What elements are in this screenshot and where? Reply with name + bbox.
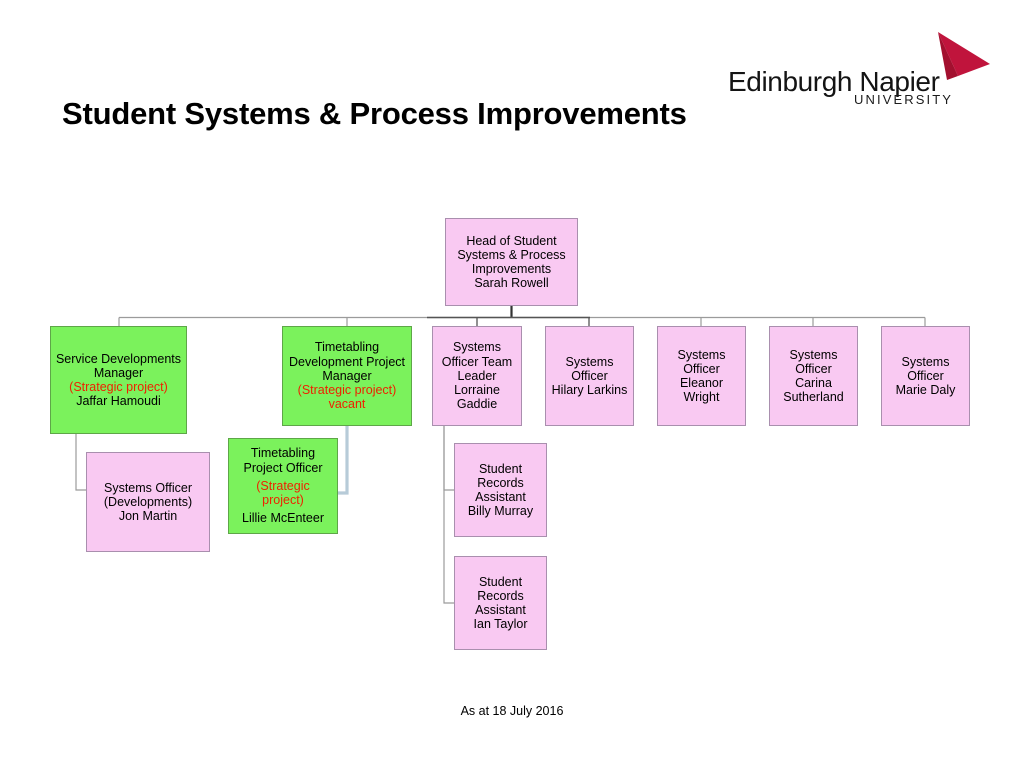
node-role-line: Timetabling: [314, 340, 380, 355]
node-role-line: Systems: [789, 347, 838, 362]
node-role-line: Manager: [322, 368, 372, 383]
node-role-line: Timetabling: [250, 446, 316, 461]
node-role-line: Assistant: [475, 490, 526, 504]
node-role-line: Systems: [677, 347, 726, 362]
connector-service-dev-to-jon-martin: [75, 434, 86, 491]
org-node-systems-officer-team-leader[interactable]: Systems Officer Team Leader Lorraine Gad…: [432, 326, 522, 426]
node-role-line: Student: [478, 574, 523, 589]
org-node-systems-officer-eleanor-wright[interactable]: Systems Officer Eleanor Wright: [657, 326, 746, 426]
connector-team-leader-to-ian: [443, 426, 454, 604]
node-role-line: Systems: [901, 354, 950, 369]
node-role-line: Assistant: [475, 603, 526, 617]
node-role-line: Records: [477, 588, 524, 603]
node-role-line: Officer: [907, 368, 944, 383]
node-person-name: Sarah Rowell: [474, 276, 549, 291]
node-role-line: Officer: [571, 368, 608, 383]
node-person-name: Jon Martin: [118, 509, 178, 524]
node-person-name: Jaffar Hamoudi: [76, 394, 161, 409]
node-person-name: Lillie McEnteer: [242, 511, 324, 526]
org-node-systems-officer-hilary-larkins[interactable]: Systems Officer Hilary Larkins: [545, 326, 634, 426]
node-vacant-flag: vacant: [328, 397, 366, 412]
node-strategic-flag-cont: project): [262, 493, 304, 508]
node-role-line: Service Developments: [55, 351, 182, 366]
node-person-name: Lorraine: [454, 383, 500, 398]
node-person-name: Carina: [795, 376, 832, 390]
org-node-systems-officer-developments[interactable]: Systems Officer (Developments) Jon Marti…: [86, 452, 210, 552]
org-chart: Head of Student Systems & Process Improv…: [0, 0, 1024, 768]
node-strategic-flag: (Strategic project): [69, 380, 168, 394]
node-role-line: Project Officer: [243, 460, 323, 475]
node-role-line: Systems Officer: [104, 480, 192, 495]
node-person-name-cont: Sutherland: [783, 390, 844, 405]
node-role-line: Head of Student: [466, 233, 557, 248]
org-node-student-records-assistant-billy-murray[interactable]: Student Records Assistant Billy Murray: [454, 443, 547, 537]
node-role-line: Improvements: [471, 262, 552, 276]
org-node-head[interactable]: Head of Student Systems & Process Improv…: [445, 218, 578, 306]
org-node-timetabling-development-project-manager[interactable]: Timetabling Development Project Manager …: [282, 326, 412, 426]
node-role-line: Officer: [683, 361, 720, 376]
node-role-line: Leader: [457, 368, 497, 383]
node-strategic-flag: (Strategic project): [297, 383, 397, 398]
node-person-name-cont: Wright: [683, 390, 720, 405]
node-person-name: Eleanor: [679, 376, 724, 390]
connector-team-leader-to-billy: [443, 426, 454, 491]
org-node-systems-officer-carina-sutherland[interactable]: Systems Officer Carina Sutherland: [769, 326, 858, 426]
node-person-name: Ian Taylor: [473, 617, 528, 632]
node-role-line: Systems & Process: [457, 247, 566, 262]
node-person-name: Marie Daly: [895, 383, 956, 398]
node-person-name: Billy Murray: [467, 504, 534, 519]
node-role-line: Officer: [795, 361, 832, 376]
connector-timetabling-to-project-officer: [338, 426, 349, 495]
node-person-name-cont: Gaddie: [456, 397, 498, 412]
node-role-line: (Developments): [103, 494, 193, 509]
node-role-line: Officer Team: [441, 354, 513, 369]
footer-date: As at 18 July 2016: [460, 704, 564, 718]
node-role-line: Systems: [453, 340, 501, 355]
node-role-line: Student: [478, 461, 523, 476]
node-person-name: Hilary Larkins: [551, 383, 628, 398]
org-node-student-records-assistant-ian-taylor[interactable]: Student Records Assistant Ian Taylor: [454, 556, 547, 650]
node-role-line: Systems: [565, 354, 614, 369]
org-node-service-developments-manager[interactable]: Service Developments Manager (Strategic …: [50, 326, 187, 434]
node-role-line: Records: [477, 475, 524, 490]
node-strategic-flag: (Strategic: [256, 478, 310, 493]
node-role-line: Manager: [93, 365, 144, 380]
node-role-line: Development Project: [288, 354, 406, 369]
org-node-timetabling-project-officer[interactable]: Timetabling Project Officer (Strategic p…: [228, 438, 338, 534]
org-node-systems-officer-marie-daly[interactable]: Systems Officer Marie Daly: [881, 326, 970, 426]
